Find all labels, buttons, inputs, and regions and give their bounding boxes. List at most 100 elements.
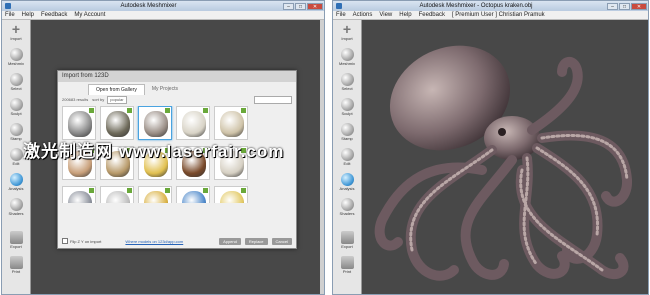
gallery-thumbnail-cat[interactable] xyxy=(214,186,248,203)
menu-view[interactable]: View xyxy=(379,12,392,18)
tool-meshmix[interactable]: Meshmix xyxy=(335,47,359,70)
minimize-button[interactable]: – xyxy=(283,2,294,10)
close-button[interactable]: ✕ xyxy=(631,2,647,10)
plus-icon: + xyxy=(342,21,352,37)
gallery-thumbnail-figurine[interactable] xyxy=(62,106,96,140)
app-logo-icon xyxy=(5,3,11,9)
thumbnail-model-image xyxy=(144,111,168,137)
stamp-icon xyxy=(9,123,23,136)
export-icon xyxy=(9,231,23,244)
tool-stamp[interactable]: Stamp xyxy=(335,122,359,145)
menu-feedback[interactable]: Feedback xyxy=(419,12,445,18)
stamp-icon xyxy=(340,123,354,136)
tool-select[interactable]: Select xyxy=(335,72,359,95)
thumbnail-model-image xyxy=(68,111,92,137)
left-title-bar: Autodesk Meshmixer – □ ✕ xyxy=(2,1,324,11)
tool-print[interactable]: Print xyxy=(4,255,28,278)
tool-export[interactable]: Export xyxy=(4,230,28,253)
tool-sculpt[interactable]: Sculpt xyxy=(335,97,359,120)
watermark-text: 激光制造网 www.laserfair.com xyxy=(23,142,285,161)
menu-feedback[interactable]: Feedback xyxy=(41,12,67,18)
gallery-thumbnail-skull[interactable] xyxy=(214,106,248,140)
replace-button[interactable]: Replace xyxy=(244,237,268,245)
minimize-button[interactable]: – xyxy=(607,2,618,10)
tool-print[interactable]: Print xyxy=(335,255,359,278)
flip-checkbox[interactable] xyxy=(62,238,68,244)
menu-file[interactable]: File xyxy=(5,12,15,18)
meshmix-icon xyxy=(340,48,354,61)
menu-help[interactable]: Help xyxy=(22,12,34,18)
export-icon xyxy=(340,231,354,244)
tool-import[interactable]: + Import xyxy=(4,22,28,45)
search-input[interactable] xyxy=(254,95,292,104)
menu-my-account[interactable]: My Account xyxy=(74,12,105,18)
tool-export[interactable]: Export xyxy=(335,230,359,253)
add-badge-icon xyxy=(165,188,170,193)
shaders-icon xyxy=(9,198,23,211)
add-badge-icon xyxy=(241,108,246,113)
tool-edit[interactable]: Edit xyxy=(335,147,359,170)
right-menu-bar: File Actions View Help Feedback [ Premiu… xyxy=(333,11,648,20)
flip-label: Flip Z Y on import xyxy=(70,238,102,244)
edit-icon xyxy=(9,148,23,161)
left-menu-bar: File Help Feedback My Account xyxy=(2,11,324,20)
tab-open-from-gallery[interactable]: Open from Gallery xyxy=(88,84,145,95)
tool-meshmix[interactable]: Meshmix xyxy=(4,47,28,70)
add-badge-icon xyxy=(165,108,170,113)
gallery-thumbnail-blocks[interactable] xyxy=(176,186,210,203)
app-logo-icon xyxy=(336,3,342,9)
plus-icon: + xyxy=(11,21,21,37)
sort-select[interactable]: popular xyxy=(107,95,127,104)
tool-shaders[interactable]: Shaders xyxy=(335,197,359,220)
select-arrow-icon xyxy=(340,73,354,86)
tool-import[interactable]: + Import xyxy=(335,22,359,45)
right-title-bar: Autodesk Meshmixer - Octopus kraken.obj … xyxy=(333,1,648,11)
menu-file[interactable]: File xyxy=(336,12,346,18)
gallery-thumbnail-toy[interactable] xyxy=(138,186,172,203)
append-button[interactable]: Append xyxy=(219,237,241,245)
tool-analysis[interactable]: Analysis xyxy=(4,172,28,195)
maximize-button[interactable]: □ xyxy=(619,2,630,10)
add-badge-icon xyxy=(89,108,94,113)
select-arrow-icon xyxy=(9,73,23,86)
print-icon xyxy=(9,256,23,269)
tab-my-projects[interactable]: My Projects xyxy=(145,84,185,95)
menu-user-account[interactable]: [ Premium User ] Christian Pramuk xyxy=(452,12,545,18)
gallery-thumbnail-animal[interactable] xyxy=(100,106,134,140)
left-window-border xyxy=(320,20,324,294)
tool-sculpt[interactable]: Sculpt xyxy=(4,97,28,120)
maximize-button[interactable]: □ xyxy=(295,2,306,10)
models-link[interactable]: Where models on 123d/app.com xyxy=(125,239,183,244)
tool-analysis[interactable]: Analysis xyxy=(335,172,359,195)
results-count: 200683 results xyxy=(62,97,89,102)
edit-icon xyxy=(340,148,354,161)
analysis-icon xyxy=(340,173,354,186)
thumbnail-model-image xyxy=(220,111,244,137)
sculpt-brush-icon xyxy=(9,98,23,111)
gallery-thumbnail-skulls[interactable] xyxy=(176,106,210,140)
add-badge-icon xyxy=(127,188,132,193)
right-viewport[interactable] xyxy=(362,20,648,294)
print-icon xyxy=(340,256,354,269)
octopus-model xyxy=(374,45,632,281)
left-window-title: Autodesk Meshmixer xyxy=(120,3,177,9)
add-badge-icon xyxy=(127,108,132,113)
close-button[interactable]: ✕ xyxy=(307,2,323,10)
cancel-button[interactable]: Cancel xyxy=(271,237,292,245)
add-badge-icon xyxy=(203,108,208,113)
dialog-tabs: Open from Gallery My Projects xyxy=(88,84,185,95)
meshmix-icon xyxy=(9,48,23,61)
add-badge-icon xyxy=(241,188,246,193)
menu-actions[interactable]: Actions xyxy=(353,12,373,18)
dialog-title: Import from 123D xyxy=(58,71,296,82)
gallery-thumbnail-person[interactable] xyxy=(62,186,96,203)
tool-select[interactable]: Select xyxy=(4,72,28,95)
add-badge-icon xyxy=(89,188,94,193)
tool-shaders[interactable]: Shaders xyxy=(4,197,28,220)
gallery-toolbar: 200683 results sort by popular xyxy=(62,95,292,104)
gallery-thumbnail-octopus[interactable] xyxy=(138,106,172,140)
gallery-thumbnail-robot[interactable] xyxy=(100,186,134,203)
menu-help[interactable]: Help xyxy=(399,12,411,18)
thumbnail-model-image xyxy=(106,111,130,137)
analysis-icon xyxy=(9,173,23,186)
